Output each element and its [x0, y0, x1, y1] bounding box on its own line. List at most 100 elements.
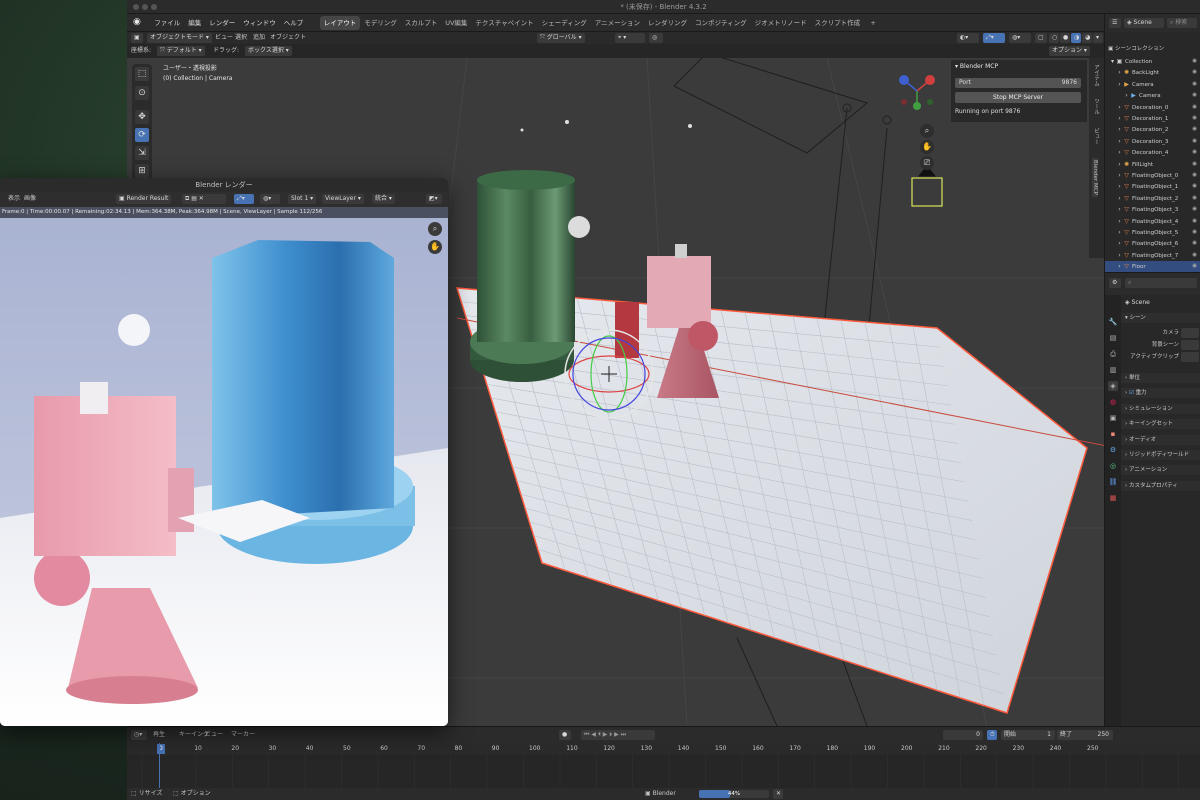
visibility-eye-icon[interactable]: ◉: [1192, 204, 1197, 215]
workspace-tab-9[interactable]: ジオメトリノード: [751, 16, 811, 30]
expand-arrow-icon[interactable]: ›: [1116, 181, 1123, 192]
scene-collection-row[interactable]: ▣ シーンコレクション: [1105, 44, 1200, 55]
outliner-row[interactable]: › ▶ Camera ◉: [1105, 79, 1200, 90]
blender-logo-icon[interactable]: ◉: [133, 18, 144, 27]
object-menu[interactable]: オブジェクト: [270, 33, 306, 43]
camera-view-icon[interactable]: ⎚: [920, 156, 934, 170]
outliner-row[interactable]: › ▶ Camera ◉: [1105, 90, 1200, 101]
render-window[interactable]: Blender レンダー 表示 画像 ▣ Render Result ⧉ ▤ ✕…: [0, 178, 448, 726]
camera-field[interactable]: [1181, 328, 1199, 338]
outliner-row[interactable]: › ▽ FloatingObject_7 ◉: [1105, 250, 1200, 261]
render-properties-icon[interactable]: ▤: [1108, 333, 1118, 343]
visibility-eye-icon[interactable]: ◉: [1192, 56, 1197, 67]
tab-item[interactable]: アイテム: [1092, 64, 1100, 86]
expand-arrow-icon[interactable]: ›: [1116, 204, 1123, 215]
render-overlay-icon[interactable]: ◍▾: [260, 194, 280, 204]
properties-section-1[interactable]: › ☑ 重力: [1121, 388, 1200, 399]
scene-properties-icon[interactable]: ◈: [1108, 381, 1118, 391]
properties-editor-icon[interactable]: ⚙: [1109, 278, 1121, 288]
constraint-properties-icon[interactable]: ⛓: [1108, 477, 1118, 487]
display-channels-icon[interactable]: ◩▾: [426, 194, 442, 204]
properties-section-5[interactable]: › リジッドボディワールド: [1121, 450, 1200, 460]
frame-ruler[interactable]: 0 10 20 30 40 50 60 70 80 90 100 110 120 130 140 150 160…: [127, 743, 1200, 755]
select-menu[interactable]: 選択: [235, 33, 247, 43]
outliner-row[interactable]: › ▽ FloatingObject_4 ◉: [1105, 216, 1200, 227]
properties-section-6[interactable]: › アニメーション: [1121, 465, 1200, 476]
move-tool-icon[interactable]: ✥: [135, 110, 149, 124]
visibility-eye-icon[interactable]: ◉: [1192, 147, 1197, 158]
playhead[interactable]: [159, 743, 160, 789]
visibility-eye-icon[interactable]: ◉: [1192, 181, 1197, 192]
expand-arrow-icon[interactable]: ›: [1116, 261, 1123, 272]
proportional-edit-icon[interactable]: ◎: [649, 33, 663, 43]
render-view-menu[interactable]: 表示: [8, 194, 20, 204]
outliner-row[interactable]: › ▽ Decoration_1 ◉: [1105, 113, 1200, 124]
properties-section-4[interactable]: › オーディオ: [1121, 434, 1200, 445]
workspace-tab-10[interactable]: スクリプト作成: [811, 16, 865, 30]
properties-section-2[interactable]: › シミュレーション: [1121, 403, 1200, 414]
visibility-eye-icon[interactable]: ◉: [1192, 170, 1197, 181]
tab-tool[interactable]: ツール: [1092, 98, 1100, 115]
expand-arrow-icon[interactable]: ›: [1116, 216, 1123, 227]
tab-blender-mcp[interactable]: Blender MCP: [1092, 158, 1098, 197]
expand-arrow-icon[interactable]: ›: [1116, 193, 1123, 204]
auto-key-icon[interactable]: ●: [559, 730, 571, 740]
expand-arrow-icon[interactable]: ›: [1116, 170, 1123, 181]
end-frame-field[interactable]: 終了 250: [1057, 730, 1113, 740]
workspace-tab-1[interactable]: モデリング: [360, 16, 401, 30]
visibility-eye-icon[interactable]: ◉: [1192, 261, 1197, 272]
object-properties-icon[interactable]: ▪: [1108, 429, 1118, 439]
visibility-eye-icon[interactable]: ◉: [1192, 124, 1197, 135]
render-image-menu[interactable]: 画像: [24, 194, 36, 204]
shading-material-icon[interactable]: ◑: [1071, 33, 1081, 43]
snap-icon[interactable]: ⌖ ▾: [615, 33, 645, 43]
viewlayer-selector[interactable]: ViewLayer ▾: [322, 194, 364, 204]
start-frame-field[interactable]: 開始 1: [1001, 730, 1055, 740]
drag-dropdown[interactable]: ボックス選択 ▾: [245, 46, 292, 56]
view-menu[interactable]: ビュー: [215, 33, 233, 43]
workspace-tab-4[interactable]: テクスチャペイント: [471, 16, 537, 30]
pass-selector[interactable]: 統合 ▾: [372, 194, 395, 204]
world-properties-icon[interactable]: ◍: [1108, 397, 1118, 407]
workspace-tab-0[interactable]: レイアウト: [319, 16, 361, 30]
shading-solid-icon[interactable]: ●: [1060, 33, 1070, 43]
visibility-icon[interactable]: ◐▾: [957, 33, 979, 43]
outliner-row[interactable]: › ✺ BackLight ◉: [1105, 67, 1200, 78]
transform-orientation-dropdown[interactable]: ⤧ グローバル ▾: [537, 33, 585, 43]
expand-arrow-icon[interactable]: ›: [1116, 159, 1123, 170]
timeline-menu-2[interactable]: ビュー: [205, 730, 223, 740]
output-properties-icon[interactable]: ⎙: [1108, 349, 1118, 359]
texture-properties-icon[interactable]: ▦: [1108, 493, 1118, 503]
preview-range-icon[interactable]: ⏱: [987, 730, 997, 740]
visibility-eye-icon[interactable]: ◉: [1192, 90, 1197, 101]
outliner-row[interactable]: › ▽ Decoration_3 ◉: [1105, 136, 1200, 147]
select-box-tool-icon[interactable]: ⬚: [135, 67, 149, 81]
cursor-tool-icon[interactable]: ⊙: [135, 86, 149, 100]
visibility-eye-icon[interactable]: ◉: [1192, 250, 1197, 261]
expand-arrow-icon[interactable]: ›: [1116, 238, 1123, 249]
render-zoom-icon[interactable]: ⌕: [428, 222, 442, 236]
modifier-properties-icon[interactable]: ⚙: [1108, 445, 1118, 455]
active-clip-field[interactable]: [1181, 352, 1199, 362]
workspace-tab-3[interactable]: UV編集: [441, 16, 471, 30]
outliner-search-input[interactable]: ⌕ 検索: [1167, 18, 1197, 28]
section-checkbox[interactable]: ☑: [1129, 390, 1136, 396]
rotate-tool-icon[interactable]: ⟳: [135, 128, 149, 142]
expand-arrow-icon[interactable]: ›: [1116, 147, 1123, 158]
visibility-eye-icon[interactable]: ◉: [1192, 113, 1197, 124]
properties-section-3[interactable]: › キーイングセット: [1121, 419, 1200, 430]
properties-section-0[interactable]: › 単位: [1121, 373, 1200, 383]
outliner-row[interactable]: › ▽ FloatingObject_0 ◉: [1105, 170, 1200, 181]
mode-dropdown[interactable]: オブジェクトモード ▾: [147, 33, 212, 43]
expand-arrow-icon[interactable]: ›: [1116, 79, 1123, 90]
outliner-row[interactable]: › ▽ Decoration_4 ◉: [1105, 147, 1200, 158]
editor-type-icon[interactable]: ▣: [131, 33, 143, 43]
gizmo-toggle-icon[interactable]: ⤢▾: [983, 33, 1005, 43]
menu-item-4[interactable]: ヘルプ: [280, 18, 308, 28]
outliner-editor-icon[interactable]: ☰: [1109, 18, 1121, 28]
outliner-row[interactable]: ▾ ▣ Collection ◉: [1105, 56, 1200, 67]
outliner-row[interactable]: › ▽ FloatingObject_3 ◉: [1105, 204, 1200, 215]
cancel-render-icon[interactable]: ✕: [773, 789, 783, 799]
options-dropdown[interactable]: オプション ▾: [1049, 46, 1090, 56]
outliner-row[interactable]: › ✺ FillLight ◉: [1105, 159, 1200, 170]
